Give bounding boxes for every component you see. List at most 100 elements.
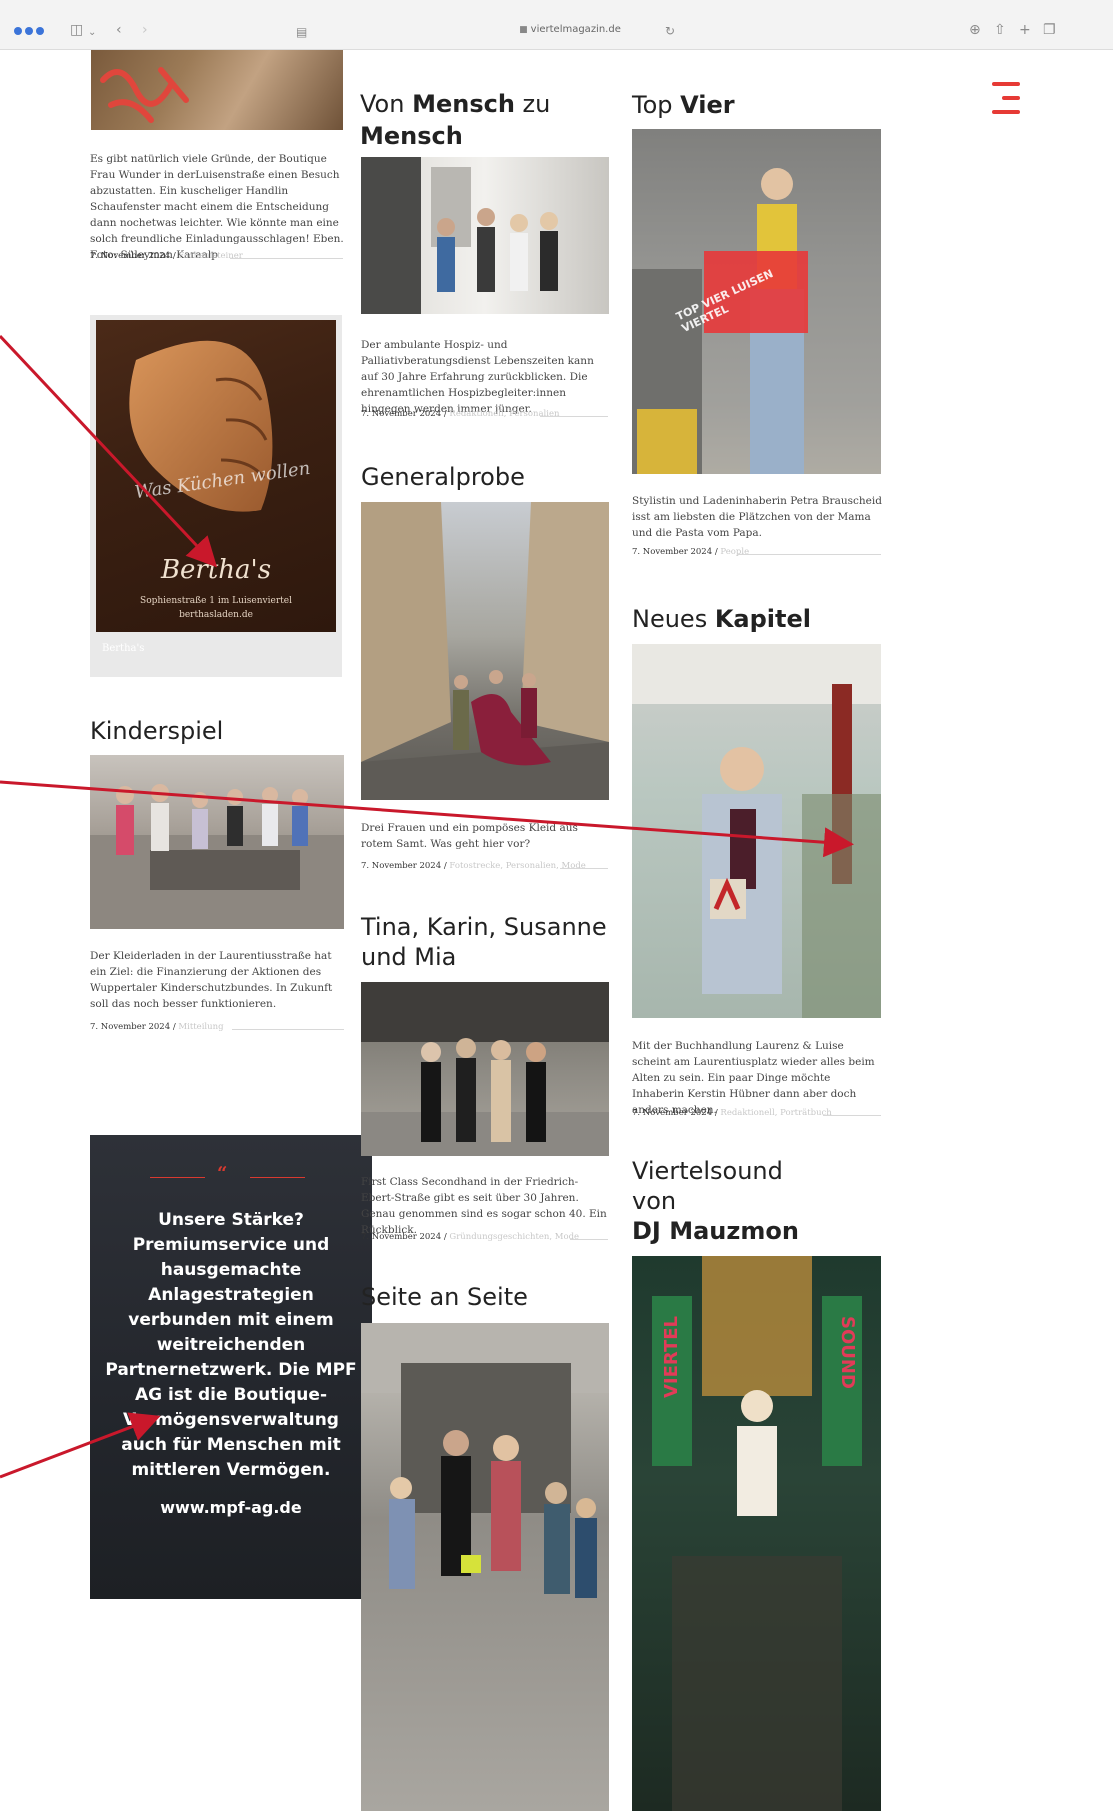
close-window-button[interactable] — [14, 27, 22, 35]
post-title-part: Neues — [632, 605, 715, 633]
post-title-part: DJ Mauzmon — [632, 1217, 799, 1245]
post-title-part: Top — [632, 91, 681, 119]
post-title-part: Tina, Karin, Susanne — [361, 913, 607, 941]
post-title-part: Mensch — [412, 90, 515, 118]
post-date: 7. November 2024 — [632, 547, 713, 557]
post-image-kinderspiel[interactable] — [90, 755, 344, 929]
post-image-neues-kapitel[interactable] — [632, 644, 881, 1018]
divider — [250, 1177, 305, 1178]
post-title-text: Kinderspiel — [90, 717, 224, 745]
post-image-hospiz[interactable] — [361, 157, 609, 314]
post-title[interactable]: Kinderspiel — [90, 714, 223, 748]
post-excerpt: Drei Frauen und ein pompöses Kleid aus r… — [361, 822, 578, 850]
post-date: 7. November 2024 — [361, 409, 442, 419]
ad-bertha-image[interactable]: Was Küchen wollen Bertha's Sophienstraße… — [96, 320, 336, 632]
post-image-viertelsound[interactable]: VIERTEL SOUND — [632, 1256, 881, 1811]
graffiti-icon — [100, 67, 189, 123]
post-image-seite-an-seite[interactable] — [361, 1323, 609, 1811]
forward-icon[interactable]: › — [142, 21, 148, 39]
post-title[interactable]: Viertelsound von DJ Mauzmon — [632, 1156, 799, 1246]
ad-website: berthasladen.de — [179, 610, 253, 620]
post-category-link[interactable]: Fotostrecke, Personalien, Mode — [449, 861, 585, 871]
post-excerpt: Der ambulante Hospiz- und Palliativberat… — [361, 339, 594, 415]
reader-icon[interactable]: ▤ — [296, 23, 307, 41]
post-date: 7. November 2024 — [361, 861, 442, 871]
zoom-window-button[interactable] — [36, 27, 44, 35]
menu-icon[interactable] — [980, 82, 1020, 116]
post-meta: 7. November 2024 / Fotostrecke, Personal… — [361, 861, 586, 871]
post-title[interactable]: Seite an Seite — [361, 1280, 528, 1314]
post-date: 7. November 2024 — [90, 251, 171, 261]
post-date: 7. November 2024 — [361, 1232, 442, 1242]
post-meta: 7. November 2024 / Redaktionell, Porträt… — [632, 1108, 832, 1118]
post-title-text: Generalprobe — [361, 463, 525, 491]
ad-address: Sophienstraße 1 im Luisenviertel — [140, 596, 292, 606]
group-photo-icon — [361, 157, 558, 314]
post-image-top-vier[interactable]: TOP VIER LUISEN VIERTEL — [632, 129, 881, 474]
post-title[interactable]: Von Mensch zu Mensch — [360, 88, 550, 152]
post-meta: 7. November 2024 / Gründungsgeschichten,… — [361, 1232, 580, 1242]
ad-mpf[interactable]: “ Unsere Stärke? Premiumservice und haus… — [90, 1135, 372, 1599]
page-content: Es gibt natürlich viele Gründe, der Bout… — [82, 50, 1042, 1811]
browser-toolbar: ◫ ⌄ ‹ › ▤ ■ viertelmagazin.de ↻ ⊕ ⇧ + ❐ — [0, 0, 1113, 50]
post-image-generalprobe[interactable] — [361, 502, 609, 800]
post-excerpt: First Class Secondhand in der Friedrich-… — [361, 1176, 607, 1236]
back-icon[interactable]: ‹ — [116, 21, 122, 39]
post-date: 7. November 2024 — [632, 1108, 713, 1118]
sign-left: VIERTEL — [661, 1316, 682, 1399]
post-title-part: zu — [514, 90, 551, 118]
divider — [230, 258, 343, 259]
chevron-down-icon[interactable]: ⌄ — [88, 24, 96, 42]
lock-icon: ■ — [519, 25, 528, 35]
post-category-link[interactable]: Gründungsgeschichten, Mode — [449, 1232, 579, 1242]
post-title[interactable]: Tina, Karin, Susanne und Mia — [361, 912, 607, 972]
divider — [560, 868, 608, 869]
tab-overview-icon[interactable]: ❐ — [1043, 21, 1056, 39]
divider — [737, 554, 881, 555]
post-meta: 7. November 2024 / Mitteilung — [90, 1022, 224, 1032]
minimize-window-button[interactable] — [25, 27, 33, 35]
portrait-photo-icon — [632, 644, 881, 1018]
post-category-link[interactable]: Mitteilung — [178, 1022, 223, 1032]
post-title[interactable]: Neues Kapitel — [632, 602, 811, 636]
post-category-link[interactable]: Redaktionell, Porträtbuch — [720, 1108, 831, 1118]
sidebar-icon[interactable]: ◫ — [70, 21, 83, 39]
divider — [570, 1239, 608, 1240]
post-meta: 7. November 2024 / Fachaufsteiner — [90, 251, 243, 261]
sign-right: SOUND — [837, 1316, 858, 1389]
group-photo-icon — [361, 982, 609, 1156]
post-title[interactable]: Top Vier — [632, 88, 735, 122]
divider — [823, 1115, 881, 1116]
divider — [232, 1029, 344, 1030]
post-image-secondhand[interactable] — [361, 982, 609, 1156]
share-icon[interactable]: ⇧ — [994, 21, 1006, 39]
download-icon[interactable]: ⊕ — [969, 21, 981, 39]
post-meta: 7. November 2024 / People — [632, 547, 750, 557]
post-category-link[interactable]: Redaktionell, Personalien — [449, 409, 559, 419]
post-title[interactable]: Generalprobe — [361, 460, 525, 494]
post-title-part: Kapitel — [714, 605, 812, 633]
ad-caption: Bertha's — [102, 643, 145, 654]
ad-url-link[interactable]: www.mpf-ag.de — [90, 1498, 372, 1517]
post-title-part: von — [632, 1187, 677, 1215]
ad-text: Unsere Stärke? Premiumservice und hausge… — [105, 1210, 357, 1480]
reload-icon[interactable]: ↻ — [665, 22, 675, 40]
post-title-text: Seite an Seite — [361, 1283, 528, 1311]
post-meta: 7. November 2024 / Redaktionell, Persona… — [361, 409, 560, 419]
post-excerpt: Der Kleiderladen in der Laurentiusstraße… — [90, 950, 333, 1010]
divider — [540, 416, 608, 417]
group-photo-icon — [90, 784, 344, 929]
post-title-part: Vier — [680, 91, 735, 119]
post-category-link[interactable]: People — [720, 547, 749, 557]
ad-brand-logo: Bertha's — [160, 555, 272, 585]
post-image-boutique[interactable] — [91, 50, 343, 130]
new-tab-icon[interactable]: + — [1019, 21, 1031, 39]
post-category-link[interactable]: Fachaufsteiner — [178, 251, 242, 261]
post-excerpt: Es gibt natürlich viele Gründe, der Bout… — [90, 153, 344, 261]
divider — [150, 1177, 205, 1178]
family-photo-icon — [361, 1323, 609, 1598]
street-photo-icon — [361, 502, 609, 800]
quote-mark: “ — [217, 1163, 228, 1184]
post-title-part: Viertelsound — [632, 1157, 783, 1185]
address-bar-text: viertelmagazin.de — [530, 24, 621, 35]
